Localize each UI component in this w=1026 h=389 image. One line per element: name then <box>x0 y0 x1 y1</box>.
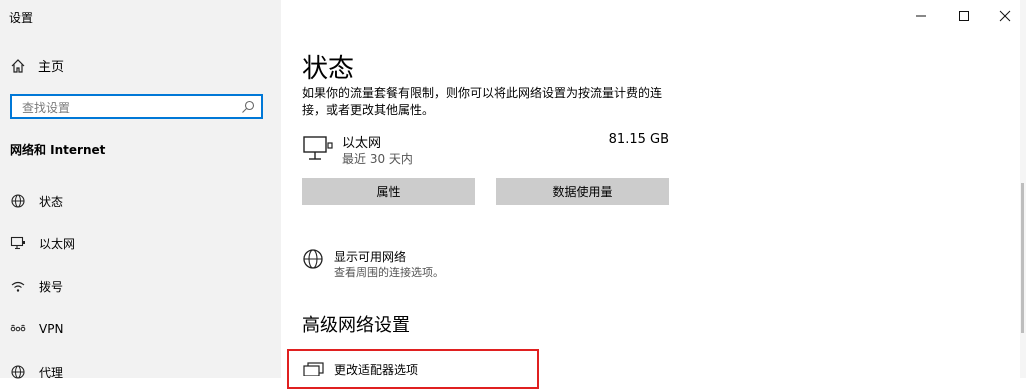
scrollbar-thumb[interactable] <box>1021 183 1024 333</box>
minimize-button[interactable] <box>911 6 931 26</box>
change-adapter-options-link[interactable]: 更改适配器选项 <box>334 361 418 378</box>
sidebar-item-label: 以太网 <box>39 236 76 251</box>
ethernet-icon <box>10 236 25 250</box>
globe-icon <box>303 249 323 269</box>
home-nav-item[interactable]: 主页 <box>10 56 64 75</box>
close-icon <box>999 10 1011 22</box>
section-title: 网络和 Internet <box>10 143 106 157</box>
dialup-icon <box>11 281 25 292</box>
sidebar-item-vpn[interactable]: VPN <box>10 319 63 339</box>
window-title: 设置 <box>9 11 34 25</box>
sidebar-item-dialup[interactable]: 拨号 <box>10 276 63 296</box>
ethernet-icon <box>303 136 333 160</box>
show-networks-title: 显示可用网络 <box>334 250 407 264</box>
vpn-icon <box>10 324 26 332</box>
search-box[interactable] <box>10 94 263 119</box>
sidebar-item-label: VPN <box>39 322 64 336</box>
scrollbar[interactable] <box>1020 0 1026 378</box>
close-button[interactable] <box>995 6 1015 26</box>
properties-button[interactable]: 属性 <box>302 178 475 205</box>
sidebar: 设置 主页 网络和 Internet 状态 以太网 <box>0 0 281 380</box>
page-description: 如果你的流量套餐有限制，则你可以将此网络设置为按流量计费的连接，或者更改其他属性… <box>302 86 663 117</box>
adapter-icon <box>303 362 324 376</box>
search-input[interactable] <box>20 98 234 118</box>
maximize-icon <box>959 11 969 21</box>
sidebar-item-label: 状态 <box>39 194 64 209</box>
ethernet-usage: 81.15 GB <box>608 132 669 147</box>
page-title: 状态 <box>302 54 355 84</box>
sidebar-item-label: 拨号 <box>39 279 64 294</box>
globe-status-icon <box>11 194 25 208</box>
ethernet-status-row: 以太网 最近 30 天内 81.15 GB <box>302 130 669 170</box>
home-label: 主页 <box>38 60 65 75</box>
ethernet-period: 最近 30 天内 <box>342 152 413 166</box>
main-content: 状态 如果你的流量套餐有限制，则你可以将此网络设置为按流量计费的连接，或者更改其… <box>281 0 1026 389</box>
ethernet-name: 以太网 <box>342 136 382 151</box>
data-usage-button[interactable]: 数据使用量 <box>496 178 669 205</box>
sidebar-item-status[interactable]: 状态 <box>10 191 63 211</box>
maximize-button[interactable] <box>954 6 974 26</box>
search-icon[interactable] <box>241 100 255 114</box>
sidebar-item-proxy[interactable]: 代理 <box>10 362 63 382</box>
show-networks-subtitle: 查看周围的连接选项。 <box>334 266 444 279</box>
sidebar-item-ethernet[interactable]: 以太网 <box>10 233 75 253</box>
minimize-icon <box>916 15 926 17</box>
home-icon <box>11 58 25 73</box>
advanced-settings-heading: 高级网络设置 <box>302 315 410 336</box>
